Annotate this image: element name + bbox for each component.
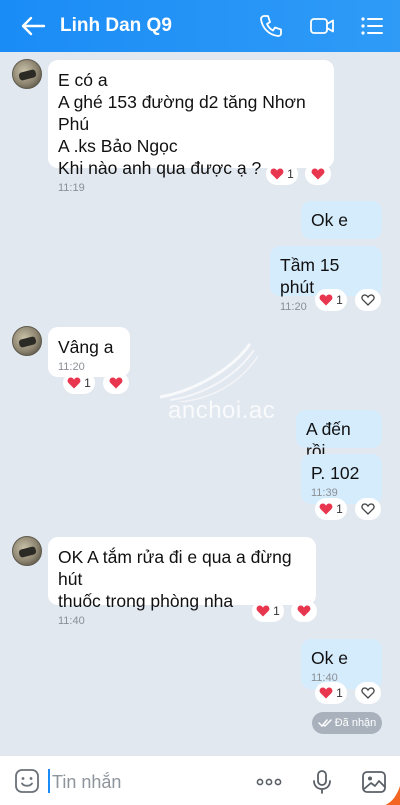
react-heart-button[interactable] [291,600,317,622]
react-heart-button[interactable] [103,372,129,394]
contact-avatar[interactable] [12,536,42,566]
reaction-count: 1 [336,293,343,307]
message-input[interactable] [52,768,232,796]
heart-outline-icon [361,503,375,515]
reaction-badge[interactable]: 1 [252,600,284,622]
react-heart-button[interactable] [355,682,381,704]
reaction-count: 1 [273,604,280,618]
heart-icon [270,168,284,180]
watermark-text: anchoi.ac [168,397,276,424]
reaction-count: 1 [336,502,343,516]
video-icon[interactable] [309,13,335,39]
phone-icon[interactable] [258,13,284,39]
contact-name[interactable]: Linh Dan Q9 [60,15,172,37]
heart-icon [109,377,123,389]
microphone-icon[interactable] [308,768,336,796]
reaction-badge[interactable]: 1 [315,682,347,704]
message-text: Ok e [311,210,348,230]
message-bubble-incoming[interactable]: Vâng a 11:20 [48,327,130,377]
reaction-count: 1 [84,376,91,390]
text-cursor [48,769,50,793]
watermark: anchoi.ac [150,342,280,452]
message-bubble-outgoing[interactable]: A đến rồi [296,410,382,461]
heart-icon [319,503,333,515]
reaction-count: 1 [336,686,343,700]
heart-icon [319,294,333,306]
watermark-swoosh-icon [159,343,259,403]
message-bubble-incoming[interactable]: OK A tắm rửa đi e qua a đừng hút thuốc t… [48,537,316,627]
chat-header: Linh Dan Q9 [0,0,400,52]
reaction-badge[interactable]: 1 [315,289,347,311]
menu-icon[interactable] [359,13,385,39]
reaction-badge[interactable]: 1 [266,163,298,185]
heart-icon [319,687,333,699]
react-heart-button[interactable] [355,289,381,311]
message-list[interactable]: anchoi.ac E có a A ghé 153 đường d2 tăng… [0,52,400,755]
heart-icon [67,377,81,389]
reaction-count: 1 [287,167,294,181]
message-text: Vâng a [58,337,114,357]
react-heart-button[interactable] [305,163,331,185]
reaction-badge[interactable]: 1 [315,498,347,520]
corner-badge-icon [385,786,400,805]
delivery-status-text: Đã nhận [334,717,377,729]
more-dots-icon[interactable] [255,768,283,796]
double-check-icon [317,719,332,728]
heart-outline-icon [361,294,375,306]
message-text: Ok e [311,648,348,668]
heart-icon [311,168,325,180]
contact-avatar[interactable] [12,59,42,89]
message-bubble-outgoing[interactable]: P. 102 11:39 [301,454,382,504]
message-bubble-incoming[interactable]: E có a A ghé 153 đường d2 tăng Nhơn Phú … [48,60,334,194]
message-bubble-outgoing[interactable]: Ok e [301,201,382,239]
heart-icon [297,605,311,617]
message-composer [0,755,400,805]
delivery-status-badge: Đã nhận [312,712,382,734]
heart-icon [256,605,270,617]
back-arrow-icon[interactable] [20,14,46,38]
message-text: P. 102 [311,463,360,483]
reaction-badge[interactable]: 1 [63,372,95,394]
react-heart-button[interactable] [355,498,381,520]
contact-avatar[interactable] [12,326,42,356]
heart-outline-icon [361,687,375,699]
emoji-icon[interactable] [14,768,40,794]
